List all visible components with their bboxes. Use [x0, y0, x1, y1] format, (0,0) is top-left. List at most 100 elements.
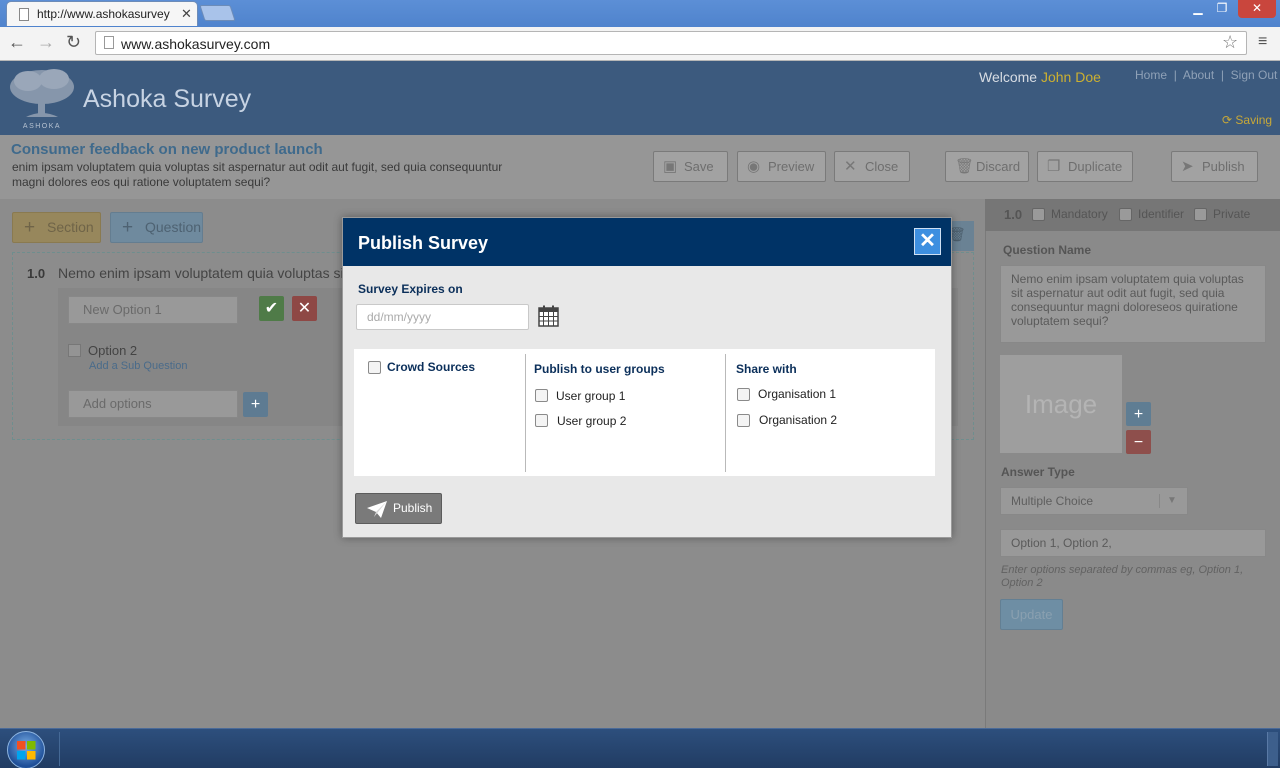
add-section-button[interactable]: + Section [12, 212, 101, 243]
user-group-1-label[interactable]: User group 1 [556, 389, 625, 403]
start-button[interactable] [7, 731, 45, 768]
share-with-heading: Share with [736, 362, 797, 376]
browser-tab[interactable]: http://www.ashokasurvey ✕ [6, 1, 198, 26]
user-name[interactable]: John Doe [1041, 69, 1101, 85]
organisation-2-label[interactable]: Organisation 2 [759, 413, 837, 427]
duplicate-label: Duplicate [1068, 159, 1123, 174]
survey-title[interactable]: Consumer feedback on new product launch [11, 141, 323, 158]
reload-icon[interactable]: ↻ [66, 32, 81, 53]
sync-icon: ⟳ [1222, 113, 1233, 127]
welcome-text: Welcome John Doe [979, 69, 1101, 85]
publish-button[interactable]: Publish [355, 493, 442, 524]
organisation-1-checkbox[interactable] [737, 388, 750, 401]
about-link[interactable]: About [1183, 68, 1214, 82]
ashoka-tree-logo[interactable]: ASHOKA [8, 67, 76, 131]
cancel-option-button[interactable]: ✕ [292, 296, 317, 321]
identifier-checkbox[interactable] [1119, 208, 1132, 221]
new-tab-button[interactable] [199, 5, 236, 21]
update-button[interactable]: Update [1000, 599, 1063, 630]
back-icon[interactable]: ← [8, 32, 26, 53]
crowd-sources-checkbox[interactable] [368, 361, 381, 374]
discard-label: Discard [976, 159, 1021, 174]
modal-close-button[interactable]: ✕ [914, 228, 941, 255]
panel-question-number: 1.0 [1004, 207, 1023, 222]
options-input[interactable]: Option 1, Option 2, [1000, 529, 1266, 557]
duplicate-icon: ❐ [1047, 158, 1061, 175]
trash-icon: 🗑 [955, 158, 975, 175]
answer-type-select[interactable]: Multiple Choice ▼ [1000, 487, 1188, 515]
user-group-1-checkbox[interactable] [535, 389, 548, 402]
tab-close-icon[interactable]: ✕ [181, 6, 192, 22]
publish-toolbar-label: Publish [1202, 159, 1245, 174]
maximize-button[interactable]: ❐ [1210, 0, 1234, 18]
private-checkbox[interactable] [1194, 208, 1207, 221]
user-group-2-label[interactable]: User group 2 [557, 414, 626, 428]
add-options-input[interactable]: Add options [68, 390, 238, 418]
forward-icon[interactable]: → [37, 32, 55, 53]
question-text[interactable]: Nemo enim ipsam voluptatem quia voluptas… [58, 265, 348, 281]
top-links: Home | About | Sign Out [1135, 68, 1277, 82]
duplicate-button[interactable]: ❐ Duplicate [1037, 151, 1133, 182]
app-header: ASHOKA Ashoka Survey Welcome John Doe Ho… [0, 61, 1280, 135]
mandatory-checkbox[interactable] [1032, 208, 1045, 221]
taskbar-divider [59, 732, 60, 766]
url-text[interactable]: www.ashokasurvey.com [121, 36, 270, 52]
minimize-button[interactable]: ▁ [1186, 0, 1210, 18]
add-sub-question-link[interactable]: Add a Sub Question [89, 360, 187, 372]
question-name-label: Question Name [1003, 243, 1092, 257]
address-bar[interactable]: www.ashokasurvey.com ☆ [95, 31, 1247, 55]
answer-type-label: Answer Type [1001, 465, 1075, 479]
tab-title: http://www.ashokasurvey [37, 7, 170, 21]
new-option-input[interactable]: New Option 1 [68, 296, 238, 324]
plus-icon: + [250, 396, 261, 413]
page-icon [19, 8, 29, 21]
question-name-textarea[interactable]: Nemo enim ipsam voluptatem quia voluptas… [1000, 265, 1266, 343]
add-image-button[interactable]: + [1126, 402, 1151, 426]
close-button[interactable]: ✕ Close [834, 151, 910, 182]
link-divider: | [1217, 68, 1228, 82]
survey-description[interactable]: enim ipsam voluptatem quia voluptas sit … [12, 160, 532, 190]
home-link[interactable]: Home [1135, 68, 1167, 82]
add-question-button[interactable]: + Question [110, 212, 203, 243]
save-button[interactable]: ▣ Save [653, 151, 728, 182]
bookmark-star-icon[interactable]: ☆ [1222, 32, 1238, 53]
close-window-button[interactable]: ✕ [1238, 0, 1276, 18]
organisation-2-checkbox[interactable] [737, 414, 750, 427]
mandatory-label: Mandatory [1051, 207, 1108, 221]
browser-toolbar: ← → ↻ www.ashokasurvey.com ☆ ≡ [0, 27, 1280, 61]
publish-button-label: Publish [393, 501, 433, 515]
crowd-sources-label[interactable]: Crowd Sources [387, 360, 475, 374]
windows-logo-icon [17, 741, 36, 760]
question-settings-header: 1.0 Mandatory Identifier Private [985, 199, 1280, 231]
link-divider: | [1170, 68, 1181, 82]
menu-icon[interactable]: ≡ [1258, 33, 1267, 51]
identifier-label: Identifier [1138, 207, 1185, 221]
sign-out-link[interactable]: Sign Out [1231, 68, 1278, 82]
publish-toolbar-button[interactable]: ➤ Publish [1171, 151, 1258, 182]
show-desktop-button[interactable] [1267, 732, 1278, 766]
preview-button[interactable]: ◉ Preview [737, 151, 826, 182]
question-number: 1.0 [27, 266, 46, 281]
eye-icon: ◉ [747, 158, 761, 175]
discard-button[interactable]: 🗑 Discard [945, 151, 1029, 182]
expiry-date-input[interactable]: dd/mm/yyyy [356, 304, 529, 330]
paper-plane-icon [367, 501, 387, 518]
save-icon: ▣ [663, 158, 678, 175]
option-2-label[interactable]: Option 2 [88, 343, 137, 358]
survey-subheader: Consumer feedback on new product launch … [0, 135, 1280, 199]
survey-expires-label: Survey Expires on [358, 282, 463, 296]
add-question-label: Question [145, 219, 202, 235]
app-name: Ashoka Survey [83, 85, 252, 113]
image-placeholder[interactable]: Image [1000, 355, 1122, 453]
close-icon: ✕ [919, 230, 936, 252]
organisation-1-label[interactable]: Organisation 1 [758, 387, 836, 401]
saving-status: ⟳ Saving [1222, 113, 1272, 127]
add-option-button[interactable]: + [243, 392, 268, 417]
paper-plane-icon: ➤ [1181, 158, 1194, 175]
option-2-checkbox[interactable] [68, 344, 81, 357]
remove-image-button[interactable]: − [1126, 430, 1151, 454]
calendar-icon[interactable] [538, 305, 559, 327]
user-group-2-checkbox[interactable] [535, 414, 548, 427]
plus-icon: + [24, 217, 36, 238]
confirm-option-button[interactable]: ✔ [259, 296, 284, 321]
